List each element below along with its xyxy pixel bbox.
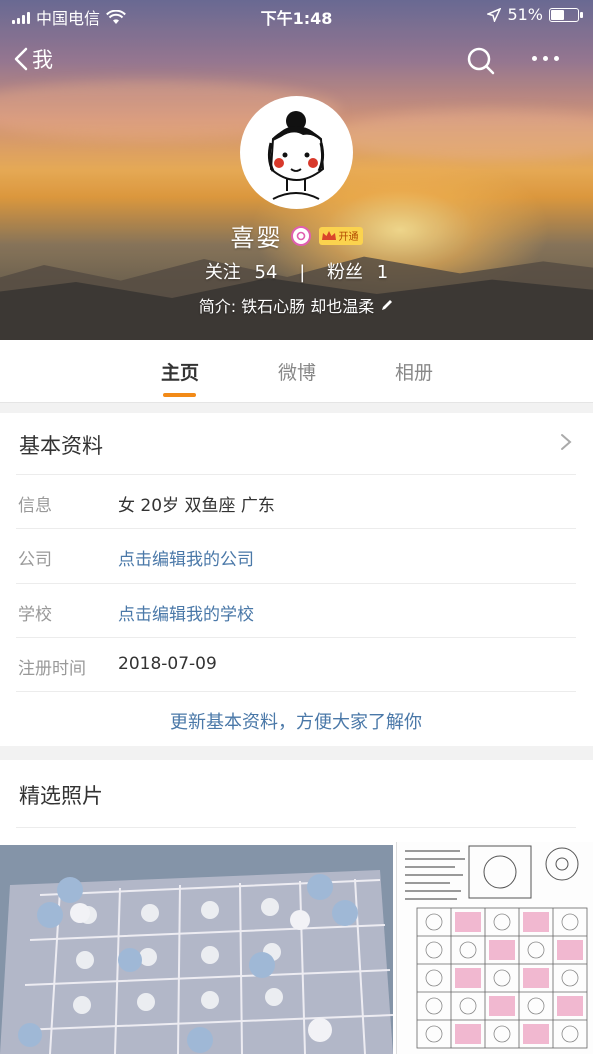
followers-count: 1 — [376, 262, 389, 283]
edit-school-link[interactable]: 点击编辑我的学校 — [118, 600, 254, 625]
battery-percent: 51% — [507, 5, 543, 24]
chevron-left-icon — [14, 47, 28, 71]
profile-name: 喜婴 — [230, 224, 283, 252]
search-button[interactable] — [466, 46, 496, 80]
tab-active-indicator — [163, 393, 196, 397]
info-row-value: 2018-07-09 — [118, 654, 217, 674]
avatar-illustration — [267, 111, 325, 200]
crown-icon — [321, 230, 336, 240]
info-row-profile: 信息 女 20岁 双鱼座 广东 — [16, 474, 576, 528]
followers-link[interactable]: 粉丝 1 — [327, 262, 388, 283]
avatar[interactable] — [240, 96, 353, 209]
member-badge-icon[interactable] — [290, 225, 311, 246]
info-row-label: 学校 — [18, 605, 52, 625]
profile-bio[interactable]: 简介: 铁石心肠 却也温柔 — [0, 293, 593, 317]
basic-info-card: 基本资料 信息 女 20岁 双鱼座 广东 公司 点击编辑我的公司 学校 点击编辑… — [0, 413, 593, 746]
following-count: 54 — [254, 262, 278, 283]
info-row-label: 信息 — [18, 496, 52, 516]
info-row-registered: 注册时间 2018-07-09 — [16, 637, 576, 691]
chevron-right-icon — [561, 434, 572, 450]
following-link[interactable]: 关注 54 — [205, 262, 283, 283]
basic-info-expand-button[interactable] — [560, 433, 572, 455]
pencil-icon — [382, 300, 393, 310]
more-button[interactable] — [532, 56, 559, 61]
info-row-value: 女 20岁 双鱼座 广东 — [118, 496, 275, 516]
featured-photos-title: 精选照片 — [19, 784, 103, 808]
back-label: 我 — [32, 48, 53, 72]
bio-text: 简介: 铁石心肠 却也温柔 — [198, 297, 375, 316]
more-dot — [543, 56, 548, 61]
following-label: 关注 — [204, 262, 241, 283]
info-row-school: 学校 点击编辑我的学校 — [16, 583, 576, 637]
more-dot — [532, 56, 537, 61]
crochet-pattern-chart — [397, 842, 593, 1054]
profile-stats: 关注 54 | 粉丝 1 — [0, 258, 593, 284]
info-row-label: 公司 — [18, 550, 52, 570]
info-row-company: 公司 点击编辑我的公司 — [16, 528, 576, 582]
update-info-row: 更新基本资料，方便大家了解你 — [16, 691, 576, 746]
followers-label: 粉丝 — [327, 262, 363, 283]
more-dot — [554, 56, 559, 61]
vip-badge[interactable]: 开通 — [318, 226, 363, 245]
search-icon — [467, 47, 495, 75]
profile-tabs: 主页 微博 相册 — [0, 340, 593, 403]
basic-info-title: 基本资料 — [19, 434, 103, 458]
update-info-link[interactable]: 更新基本资料，方便大家了解你 — [16, 708, 576, 734]
edit-company-link[interactable]: 点击编辑我的公司 — [118, 545, 254, 570]
back-button[interactable]: 我 — [14, 44, 53, 74]
featured-photo[interactable] — [0, 845, 393, 1054]
crochet-photo — [0, 845, 393, 1054]
tab-album[interactable]: 相册 — [374, 358, 454, 385]
tab-weibo[interactable]: 微博 — [257, 358, 337, 385]
tab-home[interactable]: 主页 — [140, 358, 220, 385]
featured-photo[interactable] — [396, 842, 593, 1054]
stats-divider: | — [299, 262, 306, 283]
status-bar: 中国电信 下午1:48 51% — [0, 0, 593, 30]
vip-badge-label: 开通 — [338, 232, 359, 243]
battery-icon — [549, 7, 583, 22]
info-row-label: 注册时间 — [18, 659, 86, 679]
battery-level — [551, 9, 564, 20]
location-arrow-icon — [487, 7, 502, 22]
